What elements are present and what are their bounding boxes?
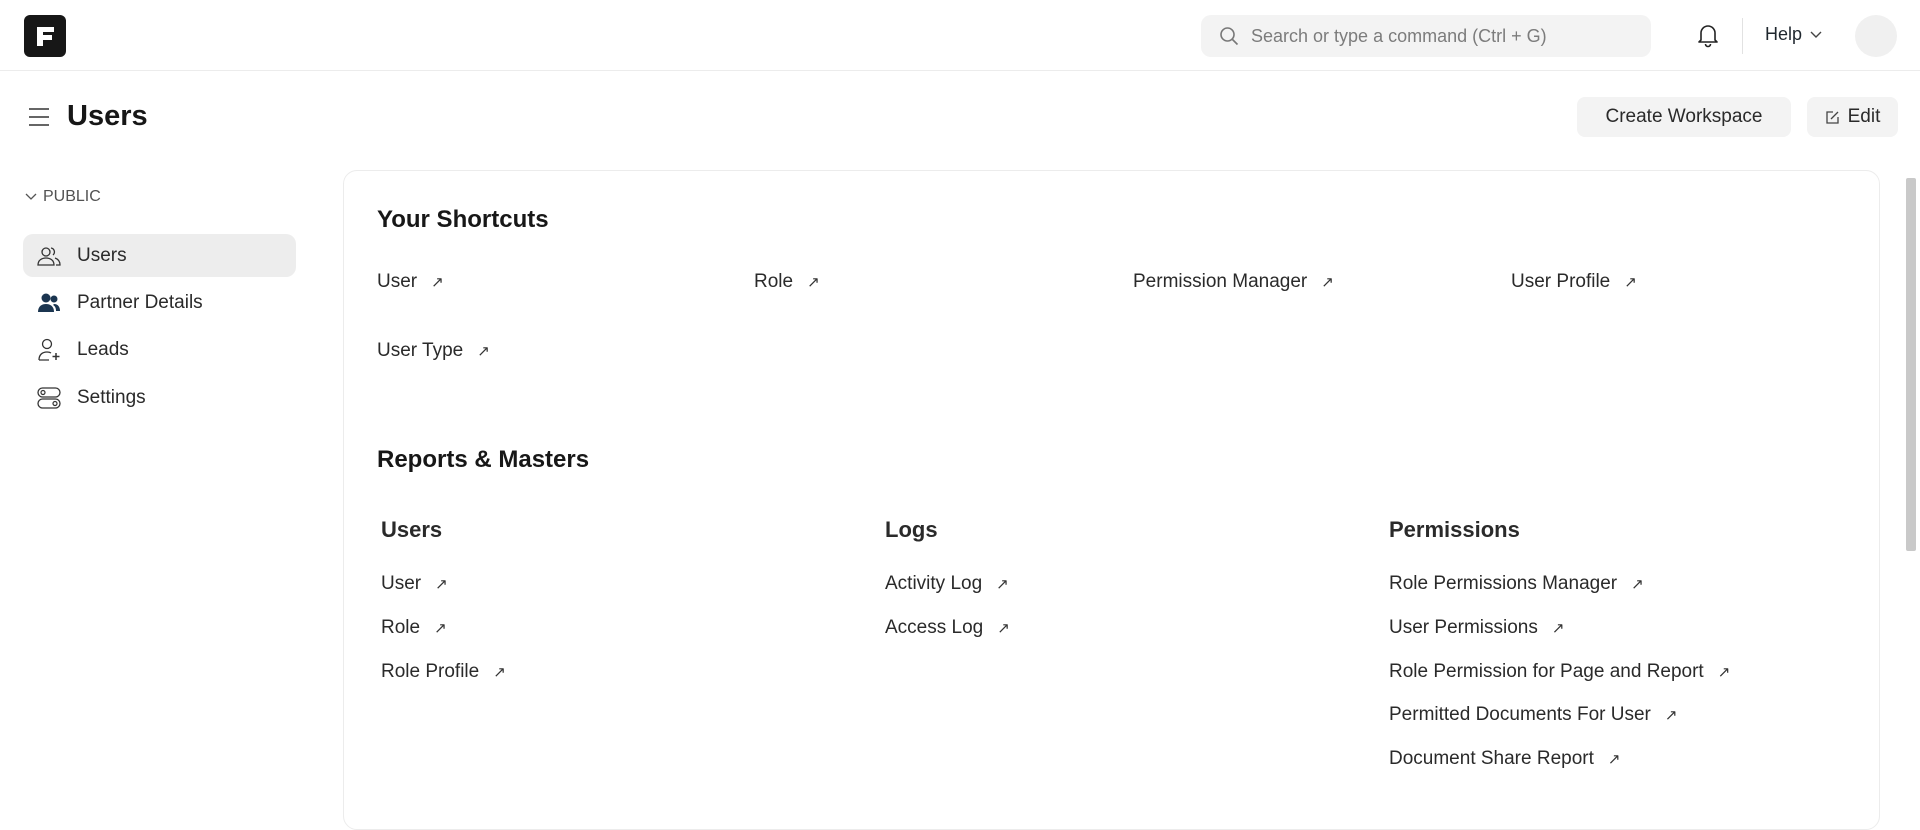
arrow-up-right-icon: ↗ xyxy=(1607,751,1621,768)
link-label: Activity Log xyxy=(885,573,983,594)
report-link[interactable]: Activity Log ↗ xyxy=(885,573,1009,595)
help-label: Help xyxy=(1765,24,1803,44)
sidebar-item-label: Users xyxy=(77,244,127,266)
edit-label: Edit xyxy=(1847,106,1881,127)
arrow-up-right-icon: ↗ xyxy=(1717,664,1731,681)
link-label: Role Profile xyxy=(381,661,480,682)
reports-heading: Reports & Masters xyxy=(377,446,590,473)
sidebar-section-public[interactable]: PUBLIC xyxy=(25,188,101,206)
report-link[interactable]: Role Permissions Manager ↗ xyxy=(1389,573,1644,595)
chevron-down-icon xyxy=(25,193,37,200)
arrow-up-right-icon: ↗ xyxy=(434,620,447,637)
arrow-up-right-icon: ↗ xyxy=(1624,274,1637,291)
arrow-up-right-icon: ↗ xyxy=(431,274,444,291)
arrow-up-right-icon: ↗ xyxy=(477,343,490,360)
arrow-up-right-icon: ↗ xyxy=(1664,707,1678,724)
search-placeholder: Search or type a command (Ctrl + G) xyxy=(1251,25,1547,46)
report-link[interactable]: User Permissions ↗ xyxy=(1389,617,1564,639)
divider xyxy=(1742,18,1743,54)
avatar[interactable] xyxy=(1855,15,1897,57)
section-label: PUBLIC xyxy=(43,188,101,205)
link-label: User Permissions xyxy=(1389,617,1538,638)
report-link[interactable]: Document Share Report ↗ xyxy=(1389,748,1620,770)
sidebar-item-partner-details[interactable]: Partner Details xyxy=(23,281,296,324)
report-link[interactable]: Role Profile ↗ xyxy=(381,661,506,683)
arrow-up-right-icon: ↗ xyxy=(493,664,506,681)
sidebar-item-label: Partner Details xyxy=(77,291,203,313)
link-label: Role Permission for Page and Report xyxy=(1389,661,1704,682)
bell-icon[interactable] xyxy=(1696,22,1720,48)
arrow-up-right-icon: ↗ xyxy=(435,576,448,593)
card-heading-permissions: Permissions xyxy=(1389,517,1520,542)
sidebar-item-label: Settings xyxy=(77,386,146,408)
card-heading-users: Users xyxy=(381,517,443,542)
toggles-icon xyxy=(37,386,61,409)
users-icon xyxy=(37,246,61,266)
create-workspace-label: Create Workspace xyxy=(1605,106,1763,127)
shortcut-label: User Type xyxy=(377,340,464,361)
chevron-down-icon xyxy=(1810,31,1822,38)
workspace-card xyxy=(343,170,1880,830)
shortcut-user-profile[interactable]: User Profile ↗ xyxy=(1511,271,1637,293)
edit-button[interactable]: Edit xyxy=(1807,97,1898,137)
report-link[interactable]: User ↗ xyxy=(381,573,448,595)
arrow-up-right-icon: ↗ xyxy=(1321,274,1334,291)
shortcut-role[interactable]: Role ↗ xyxy=(754,271,820,293)
user-plus-icon xyxy=(38,338,60,361)
shortcut-user[interactable]: User ↗ xyxy=(377,271,444,293)
report-link[interactable]: Permitted Documents For User ↗ xyxy=(1389,704,1677,726)
search-icon xyxy=(1220,27,1239,46)
shortcut-permission-manager[interactable]: Permission Manager ↗ xyxy=(1133,271,1334,293)
sidebar-item-label: Leads xyxy=(77,338,129,360)
shortcut-label: Permission Manager xyxy=(1133,271,1308,292)
sidebar-item-leads[interactable]: Leads xyxy=(23,328,296,371)
app-logo[interactable] xyxy=(24,15,66,57)
sidebar-item-settings[interactable]: Settings xyxy=(23,376,296,419)
arrow-up-right-icon: ↗ xyxy=(1551,620,1565,637)
shortcut-label: User xyxy=(377,271,418,292)
report-link[interactable]: Role ↗ xyxy=(381,617,447,639)
report-link[interactable]: Access Log ↗ xyxy=(885,617,1010,639)
arrow-up-right-icon: ↗ xyxy=(807,274,820,291)
arrow-up-right-icon: ↗ xyxy=(997,620,1010,637)
sidebar-toggle-icon[interactable] xyxy=(28,106,50,128)
shortcuts-heading: Your Shortcuts xyxy=(377,206,549,233)
report-link[interactable]: Role Permission for Page and Report ↗ xyxy=(1389,661,1730,683)
arrow-up-right-icon: ↗ xyxy=(996,576,1009,593)
link-label: Access Log xyxy=(885,617,984,638)
shortcut-label: Role xyxy=(754,271,794,292)
card-heading-logs: Logs xyxy=(885,517,938,542)
group-icon xyxy=(38,293,60,312)
link-label: Permitted Documents For User xyxy=(1389,704,1651,725)
navbar: Search or type a command (Ctrl + G) Help xyxy=(0,0,1920,71)
edit-icon xyxy=(1825,110,1839,124)
page-title: Users xyxy=(67,100,148,132)
create-workspace-button[interactable]: Create Workspace xyxy=(1577,97,1791,137)
shortcut-user-type[interactable]: User Type ↗ xyxy=(377,340,490,362)
link-label: Role Permissions Manager xyxy=(1389,573,1618,594)
sidebar-item-users[interactable]: Users xyxy=(23,234,296,277)
link-label: User xyxy=(381,573,422,594)
shortcut-label: User Profile xyxy=(1511,271,1611,292)
arrow-up-right-icon: ↗ xyxy=(1631,576,1644,593)
help-dropdown[interactable]: Help xyxy=(1765,24,1822,45)
search-input[interactable]: Search or type a command (Ctrl + G) xyxy=(1201,15,1651,57)
link-label: Role xyxy=(381,617,421,638)
link-label: Document Share Report xyxy=(1389,748,1594,769)
scrollbar[interactable] xyxy=(1906,178,1916,551)
